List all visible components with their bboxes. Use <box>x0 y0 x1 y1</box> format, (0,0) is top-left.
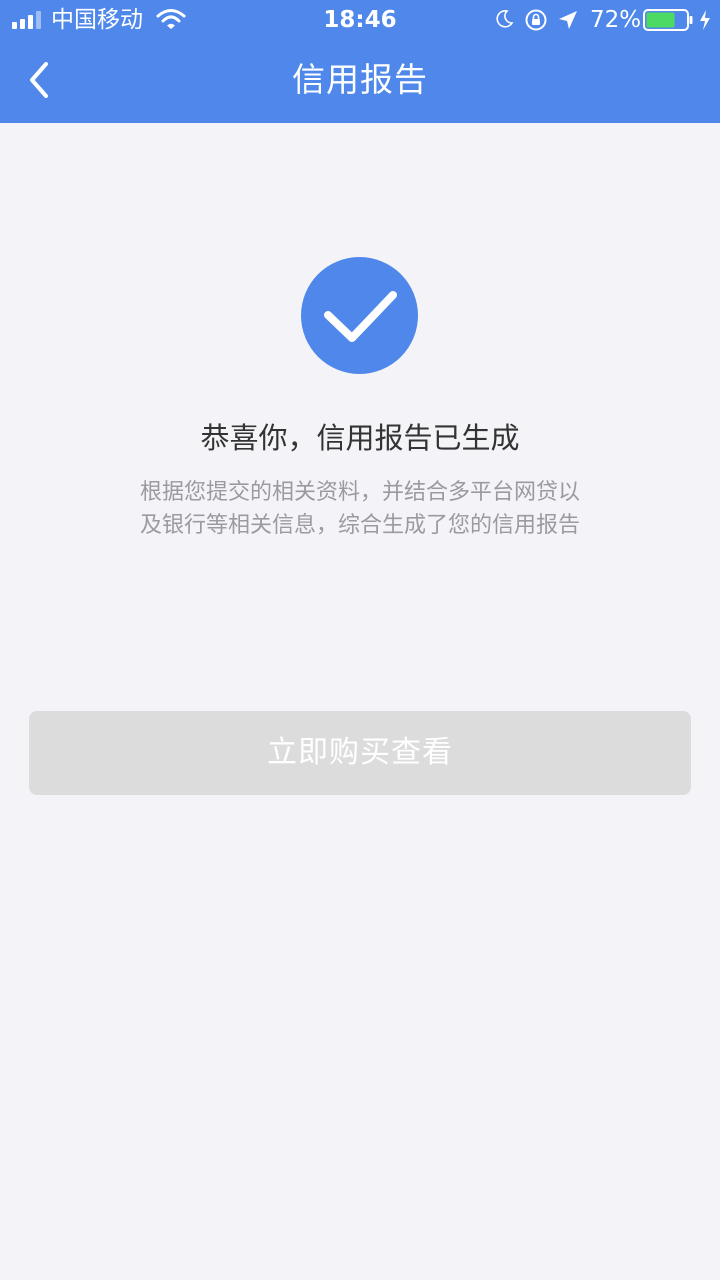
success-description: 根据您提交的相关资料，并结合多平台网贷以 及银行等相关信息，综合生成了您的信用报… <box>110 476 610 542</box>
page-title: 信用报告 <box>292 60 428 99</box>
battery-icon <box>643 9 693 31</box>
rotation-lock-icon <box>525 9 547 31</box>
header: 中国移动 18:46 72% 信用报告 <box>0 0 720 123</box>
description-line-1: 根据您提交的相关资料，并结合多平台网贷以 <box>139 480 580 505</box>
check-circle-icon <box>301 257 418 374</box>
description-line-2: 及银行等相关信息，综合生成了您的信用报告 <box>139 513 580 538</box>
charging-bolt-icon <box>700 10 710 30</box>
status-bar: 中国移动 18:46 72% <box>0 0 720 40</box>
success-headline: 恭喜你，信用报告已生成 <box>200 421 520 455</box>
battery-percent: 72% <box>590 7 642 33</box>
location-arrow-icon <box>559 11 577 29</box>
buy-and-view-button[interactable]: 立即购买查看 <box>29 711 691 795</box>
moon-icon <box>496 10 514 28</box>
